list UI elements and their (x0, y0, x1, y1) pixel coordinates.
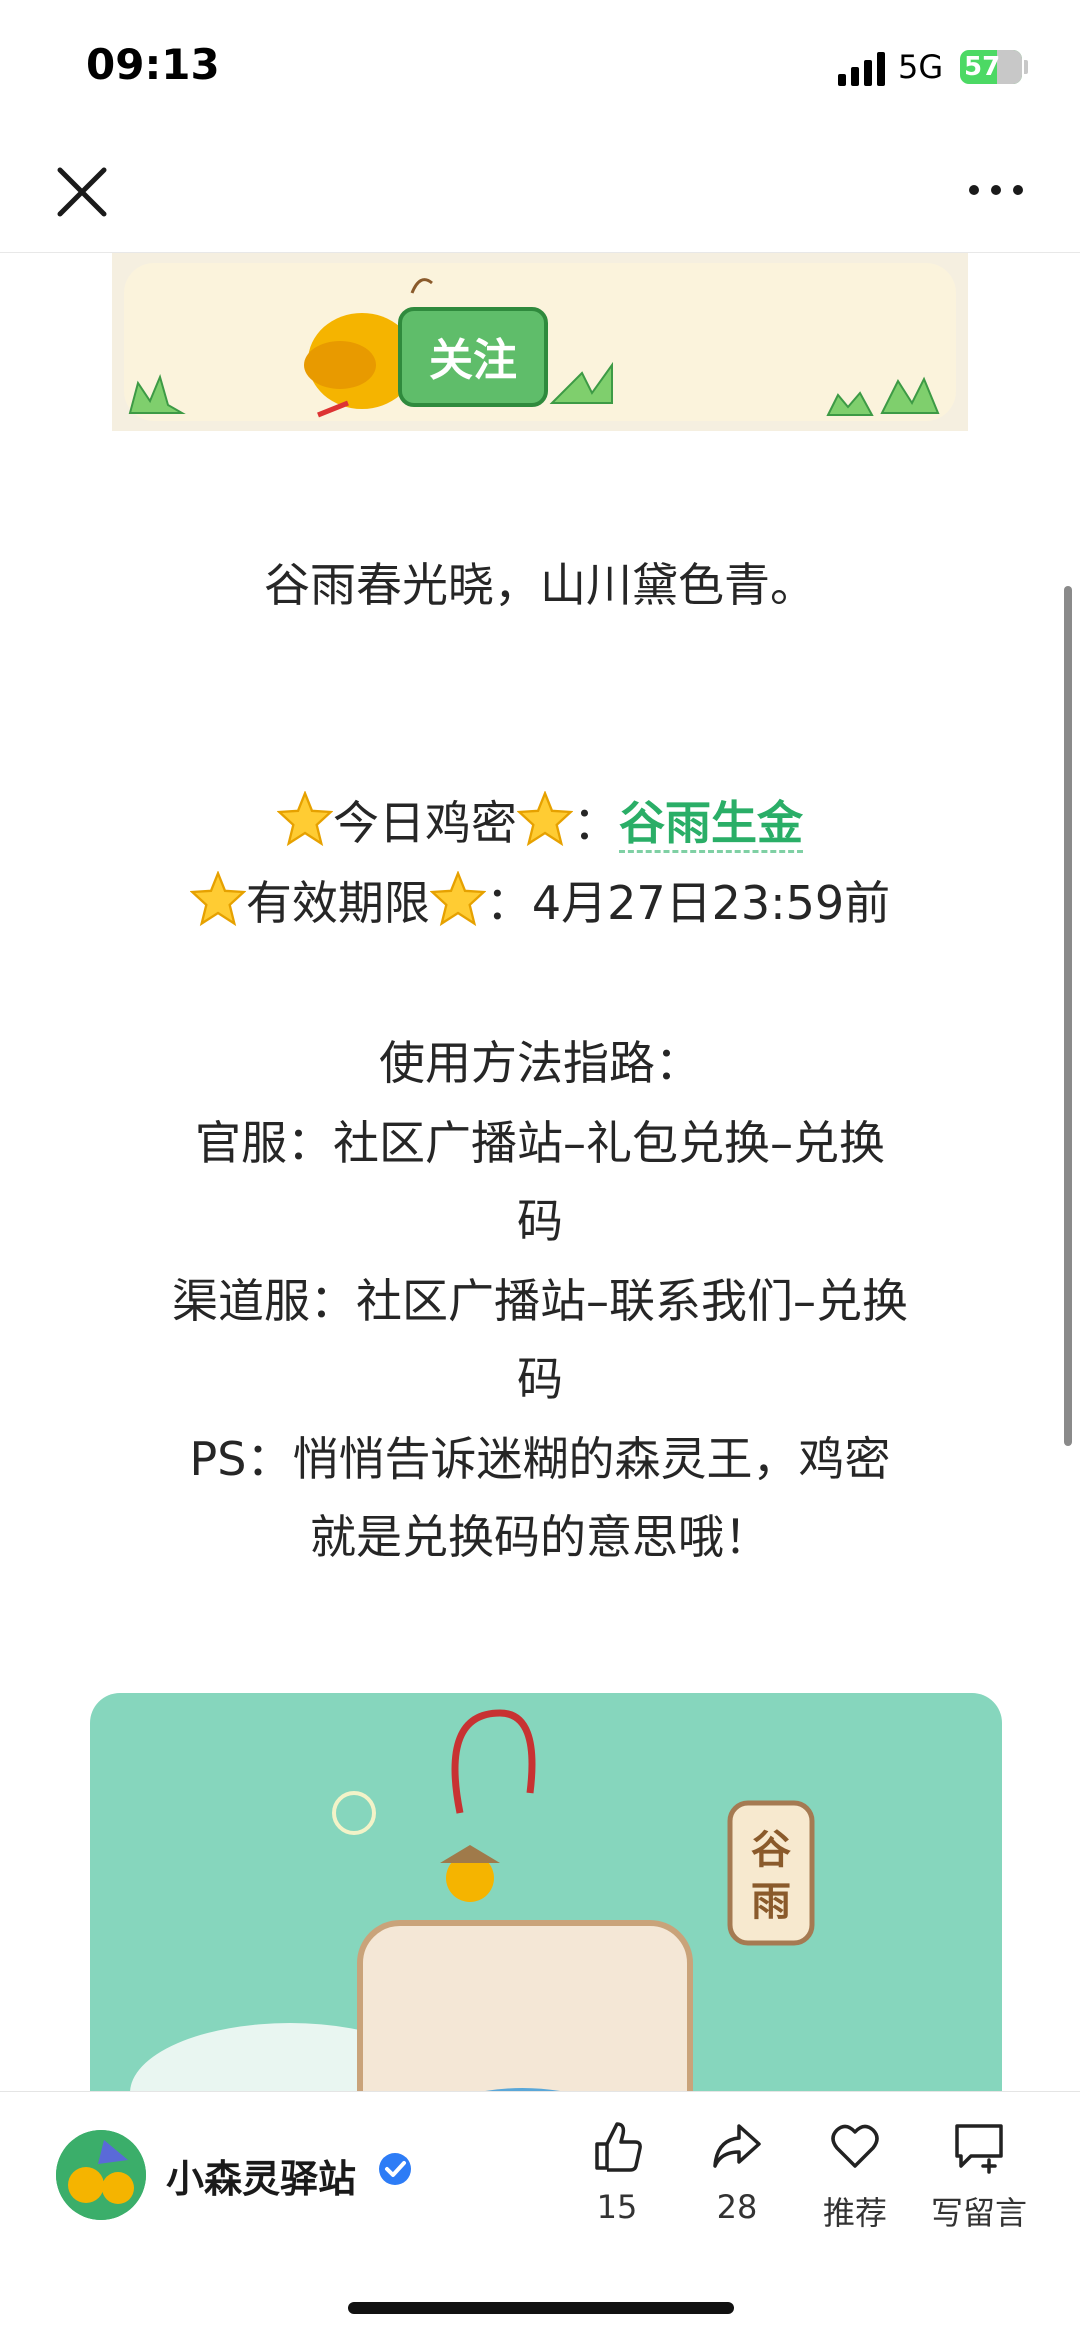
network-type: 5G (898, 48, 944, 86)
expiry-line: 有效期限 ：4月27日23:59前 (0, 863, 1080, 943)
official-line-cont: 码 (517, 1194, 563, 1248)
illustration-art: 谷 雨 (130, 1709, 815, 2091)
share-button[interactable]: 28 (682, 2118, 792, 2226)
code-label: 今日鸡密 (333, 796, 517, 850)
status-bar: 09:13 5G 57 (0, 0, 1080, 130)
star-icon (277, 791, 333, 847)
battery-level: 57 (964, 52, 1001, 82)
code-separator: ： (573, 796, 619, 850)
more-options-icon[interactable] (966, 180, 1026, 200)
channel-line: 渠道服：社区广播站–联系我们–兑换 (172, 1274, 908, 1328)
thumbs-up-icon (595, 2122, 642, 2172)
write-comment-button[interactable]: 写留言 (918, 2118, 1040, 2234)
share-arrow-icon (713, 2124, 761, 2168)
close-icon[interactable] (54, 164, 110, 220)
illustration-stamp-char-1: 谷 (751, 1827, 791, 1873)
avatar[interactable] (56, 2130, 146, 2220)
heart-icon (831, 2124, 879, 2168)
nav-bar (0, 130, 1080, 253)
comment-add-icon (955, 2124, 1003, 2174)
battery-icon: 57 (960, 50, 1022, 84)
code-line: 今日鸡密 ：谷雨生金 (0, 783, 1080, 863)
star-icon (189, 871, 246, 927)
official-line: 官服：社区广播站–礼包兑换–兑换 (195, 1116, 885, 1170)
follow-button[interactable]: 关注 (398, 307, 548, 407)
share-count: 28 (716, 2188, 758, 2226)
expiry-value: ：4月27日23:59前 (485, 876, 891, 930)
illustration-stamp-char-2: 雨 (751, 1879, 791, 1925)
cellular-signal-icon (838, 52, 885, 86)
status-time: 09:13 (86, 40, 220, 89)
scrollbar[interactable] (1064, 586, 1072, 1446)
ps-line-cont: 就是兑换码的意思哦！ (310, 1510, 770, 1564)
follow-banner: 关注 (112, 253, 968, 431)
like-count: 15 (596, 2188, 638, 2226)
ps-line: PS：悄悄告诉迷糊的森灵王，鸡密 (189, 1432, 891, 1486)
usage-title: 使用方法指路： (379, 1036, 701, 1090)
write-comment-label: 写留言 (930, 2194, 1027, 2232)
channel-line-cont: 码 (517, 1352, 563, 1406)
expiry-label: 有效期限 (245, 876, 430, 930)
article-content: 关注 谷雨春光晓，山川黛色青。 今日鸡密 ：谷雨生金 有效期限 ：4月27日23:5… (0, 253, 1080, 2091)
star-icon (517, 791, 573, 847)
recommend-label: 推荐 (822, 2194, 887, 2232)
battery-tip (1024, 60, 1028, 74)
illustration-image: 谷 雨 (90, 1693, 1002, 2091)
star-icon (429, 871, 486, 927)
recommend-button[interactable]: 推荐 (800, 2118, 910, 2234)
verified-badge-icon (379, 2153, 411, 2185)
redeem-code-link[interactable]: 谷雨生金 (619, 796, 803, 853)
like-button[interactable]: 15 (562, 2118, 672, 2226)
home-indicator[interactable] (348, 2302, 734, 2314)
poem-line: 谷雨春光晓，山川黛色青。 (264, 558, 816, 612)
account-name[interactable]: 小森灵驿站 (166, 2148, 356, 2203)
bottom-bar: 小森灵驿站 15 28 推荐 写留言 (0, 2091, 1080, 2338)
